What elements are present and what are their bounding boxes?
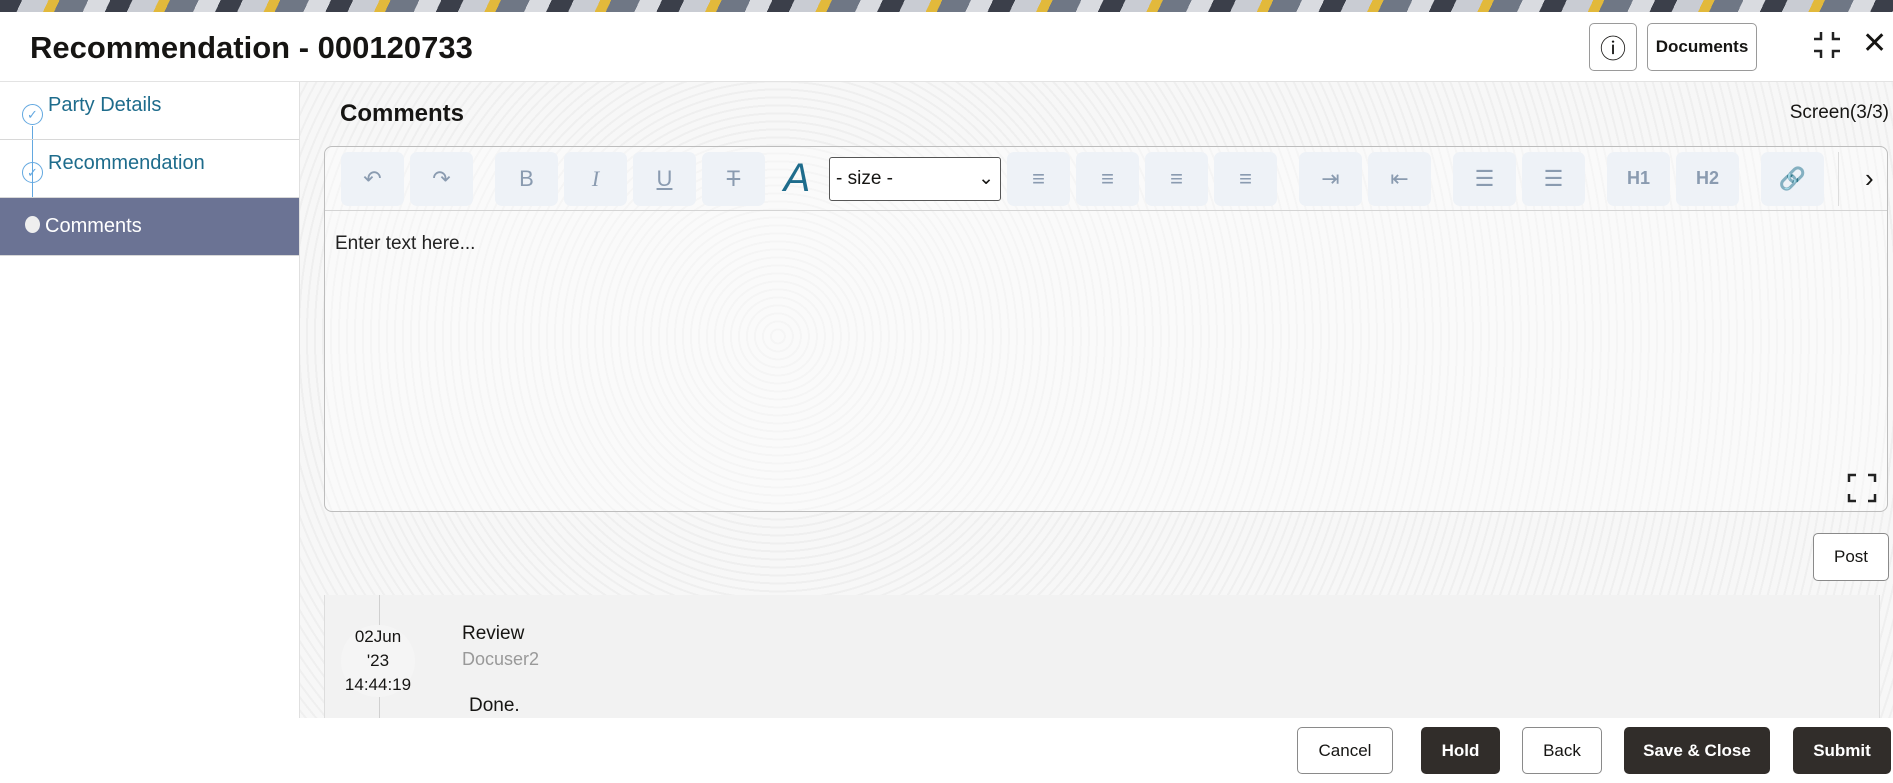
cancel-button[interactable]: Cancel [1297,727,1393,774]
collapse-icon[interactable] [1812,30,1842,60]
comment-timestamp: 02Jun '23 14:44:19 [341,625,415,697]
comment-date: 02Jun [354,627,402,646]
info-icon[interactable]: ⓘ [1589,23,1637,71]
align-right-icon[interactable]: ≡ [1145,151,1208,206]
undo-icon[interactable]: ↶ [341,151,404,206]
align-center-icon[interactable]: ≡ [1076,151,1139,206]
rich-text-editor: ↶ ↷ B I U T A - size - ⌄ ≡ ≡ ≡ ≡ ⇥ ⇤ ☰ ☰ … [324,146,1888,512]
back-button[interactable]: Back [1522,727,1602,774]
bullet-list-icon[interactable]: ☰ [1453,151,1516,206]
heading2-button[interactable]: H2 [1676,151,1739,206]
underline-icon[interactable]: U [633,151,696,206]
chevron-right-icon[interactable]: › [1865,163,1874,194]
fullscreen-icon[interactable] [1847,473,1877,503]
redo-icon[interactable]: ↷ [410,151,473,206]
comment-user: Docuser2 [462,649,540,669]
sidebar-item-comments[interactable]: Comments [0,198,299,256]
sidebar: ✓ Party Details ✓ Recommendation Comment… [0,82,300,718]
editor-input[interactable]: Enter text here... [335,233,475,255]
sidebar-item-label: Comments [45,215,142,237]
header: Recommendation - 000120733 ⓘ Documents ✕ [0,12,1893,82]
font-size-value: - size - [836,167,893,189]
documents-button[interactable]: Documents [1647,23,1757,71]
close-icon[interactable]: ✕ [1862,26,1887,61]
decorative-banner [0,0,1893,12]
link-icon[interactable]: 🔗 [1761,151,1824,206]
section-title: Comments [340,100,465,127]
chevron-down-icon: ⌄ [978,168,994,189]
align-left-icon[interactable]: ≡ [1007,151,1070,206]
sidebar-item-label: Recommendation [48,152,205,174]
post-button[interactable]: Post [1813,533,1889,581]
comment-year: '23 [366,651,390,670]
justify-icon[interactable]: ≡ [1214,151,1277,206]
outdent-icon[interactable]: ⇤ [1368,151,1431,206]
bold-icon[interactable]: B [495,151,558,206]
heading1-button[interactable]: H1 [1607,151,1670,206]
italic-icon[interactable]: I [564,151,627,206]
hold-button[interactable]: Hold [1421,727,1500,774]
editor-toolbar: ↶ ↷ B I U T A - size - ⌄ ≡ ≡ ≡ ≡ ⇥ ⇤ ☰ ☰ … [325,147,1887,211]
numbered-list-icon[interactable]: ☰ [1522,151,1585,206]
comment-text: Done. [469,695,520,716]
page-title: Recommendation - 000120733 [30,30,473,65]
screen-indicator: Screen(3/3) [1789,102,1889,123]
font-size-select[interactable]: - size - ⌄ [829,156,1001,201]
indent-icon[interactable]: ⇥ [1299,151,1362,206]
current-step-icon [25,216,40,233]
font-color-icon[interactable]: A [771,152,823,206]
sidebar-item-recommendation[interactable]: ✓ Recommendation [0,140,299,198]
sidebar-item-label: Party Details [48,94,162,116]
submit-button[interactable]: Submit [1793,727,1891,774]
sidebar-item-party-details[interactable]: ✓ Party Details [0,82,299,140]
check-circle-icon: ✓ [22,162,43,183]
strikethrough-icon[interactable]: T [702,151,765,206]
main-content: Comments Screen(3/3) ↶ ↷ B I U T A - siz… [300,82,1893,718]
comment-item: 02Jun '23 14:44:19 Review Docuser2 Done. [324,595,1880,718]
comment-time: 14:44:19 [344,675,412,694]
comment-type: Review [462,623,525,644]
save-close-button[interactable]: Save & Close [1624,727,1770,774]
check-circle-icon: ✓ [22,104,43,125]
